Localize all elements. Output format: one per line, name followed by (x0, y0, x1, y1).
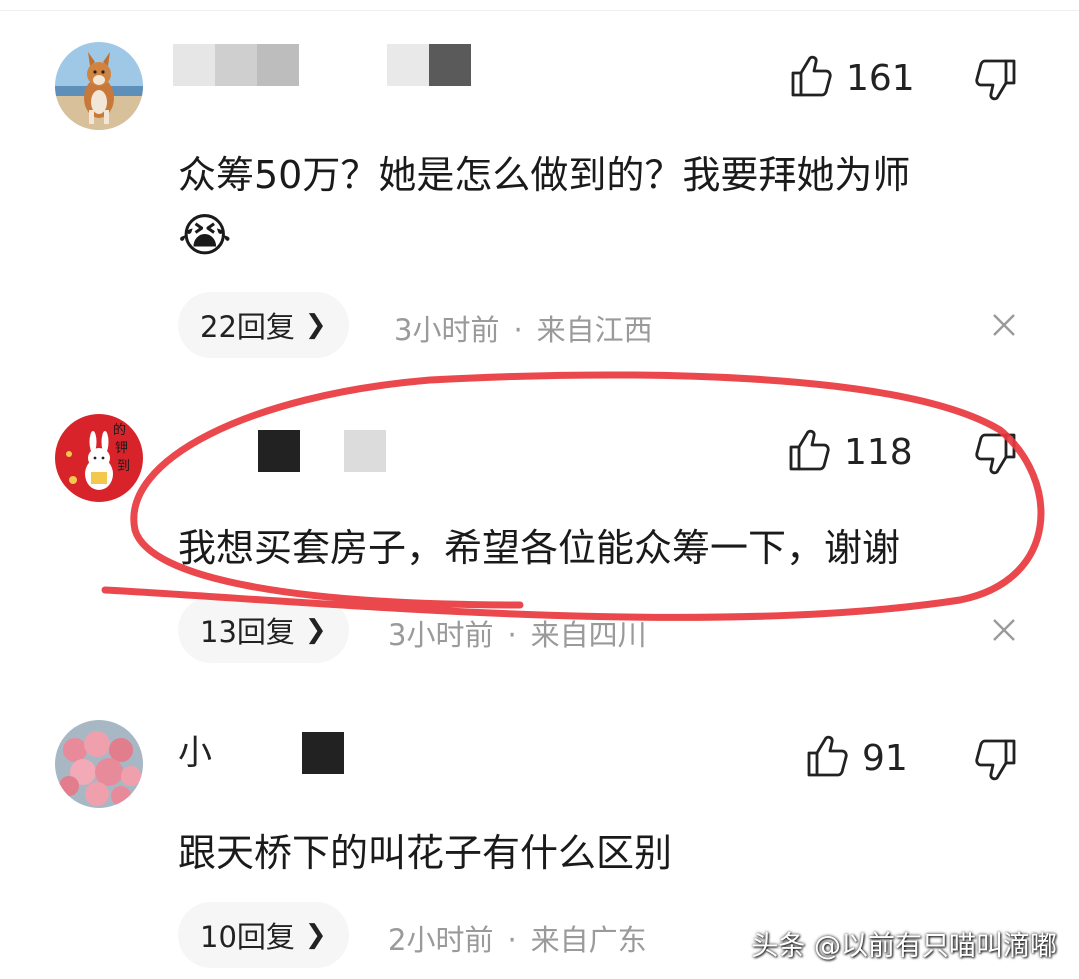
reply-label: 22回复 (200, 310, 295, 344)
emoji-crying: 😭 (178, 208, 232, 262)
username-masked[interactable] (173, 44, 471, 86)
comment-meta: 3小时前 · 来自四川 (388, 612, 647, 654)
close-icon[interactable] (988, 309, 1020, 341)
comment-time: 3小时前 (388, 618, 494, 652)
top-divider (0, 10, 1079, 11)
watermark: 头条 @以前有只喵叫滴嘟 (751, 931, 1057, 962)
comment-meta: 3小时前 · 来自江西 (394, 307, 653, 349)
thumbs-down-icon (975, 59, 1017, 106)
chevron-right-icon: ❯ (304, 310, 327, 340)
meta-separator: · (507, 618, 517, 652)
like-count: 118 (844, 431, 913, 473)
comment-time: 2小时前 (388, 923, 494, 957)
comment-location: 来自四川 (530, 618, 647, 652)
avatar[interactable] (55, 42, 143, 130)
reply-label: 13回复 (200, 615, 295, 649)
like-button[interactable]: 118 (788, 428, 913, 476)
thumbs-up-icon (806, 734, 848, 782)
username-masked[interactable]: 小 (178, 732, 344, 774)
comment-text: 众筹50万？她是怎么做到的？我要拜她为师 (178, 153, 911, 197)
thumbs-up-icon (788, 428, 830, 476)
close-icon[interactable] (988, 614, 1020, 646)
reply-count-button[interactable]: 22回复 ❯ (178, 292, 349, 358)
username-masked[interactable] (258, 430, 386, 472)
meta-separator: · (507, 923, 517, 957)
like-count: 91 (862, 737, 908, 779)
chevron-right-icon: ❯ (304, 920, 327, 950)
comment-location: 来自江西 (536, 313, 653, 347)
avatar[interactable] (55, 720, 143, 808)
like-count: 161 (846, 57, 915, 99)
dislike-button[interactable] (975, 738, 1017, 786)
chevron-right-icon: ❯ (304, 615, 327, 645)
dislike-button[interactable] (975, 432, 1017, 480)
svg-text:钾: 钾 (115, 441, 128, 456)
comment-meta: 2小时前 · 来自广东 (388, 917, 647, 959)
comment-location: 来自广东 (530, 923, 647, 957)
comment-time: 3小时前 (394, 313, 500, 347)
reply-label: 10回复 (200, 920, 295, 954)
meta-separator: · (513, 313, 523, 347)
comment-text: 跟天桥下的叫花子有什么区别 (178, 831, 673, 875)
thumbs-down-icon (975, 433, 1017, 480)
reply-count-button[interactable]: 13回复 ❯ (178, 597, 349, 663)
comment-text: 我想买套房子，希望各位能众筹一下，谢谢 (178, 526, 901, 570)
username-visible-char: 小 (178, 733, 212, 773)
reply-count-button[interactable]: 10回复 ❯ (178, 902, 349, 968)
dislike-button[interactable] (975, 58, 1017, 106)
thumbs-down-icon (975, 739, 1017, 786)
svg-text:到: 到 (117, 459, 130, 474)
svg-text:的: 的 (113, 422, 126, 438)
like-button[interactable]: 91 (806, 734, 908, 782)
avatar[interactable]: 的 钾 到 (55, 414, 143, 502)
thumbs-up-icon (790, 54, 832, 102)
like-button[interactable]: 161 (790, 54, 915, 102)
